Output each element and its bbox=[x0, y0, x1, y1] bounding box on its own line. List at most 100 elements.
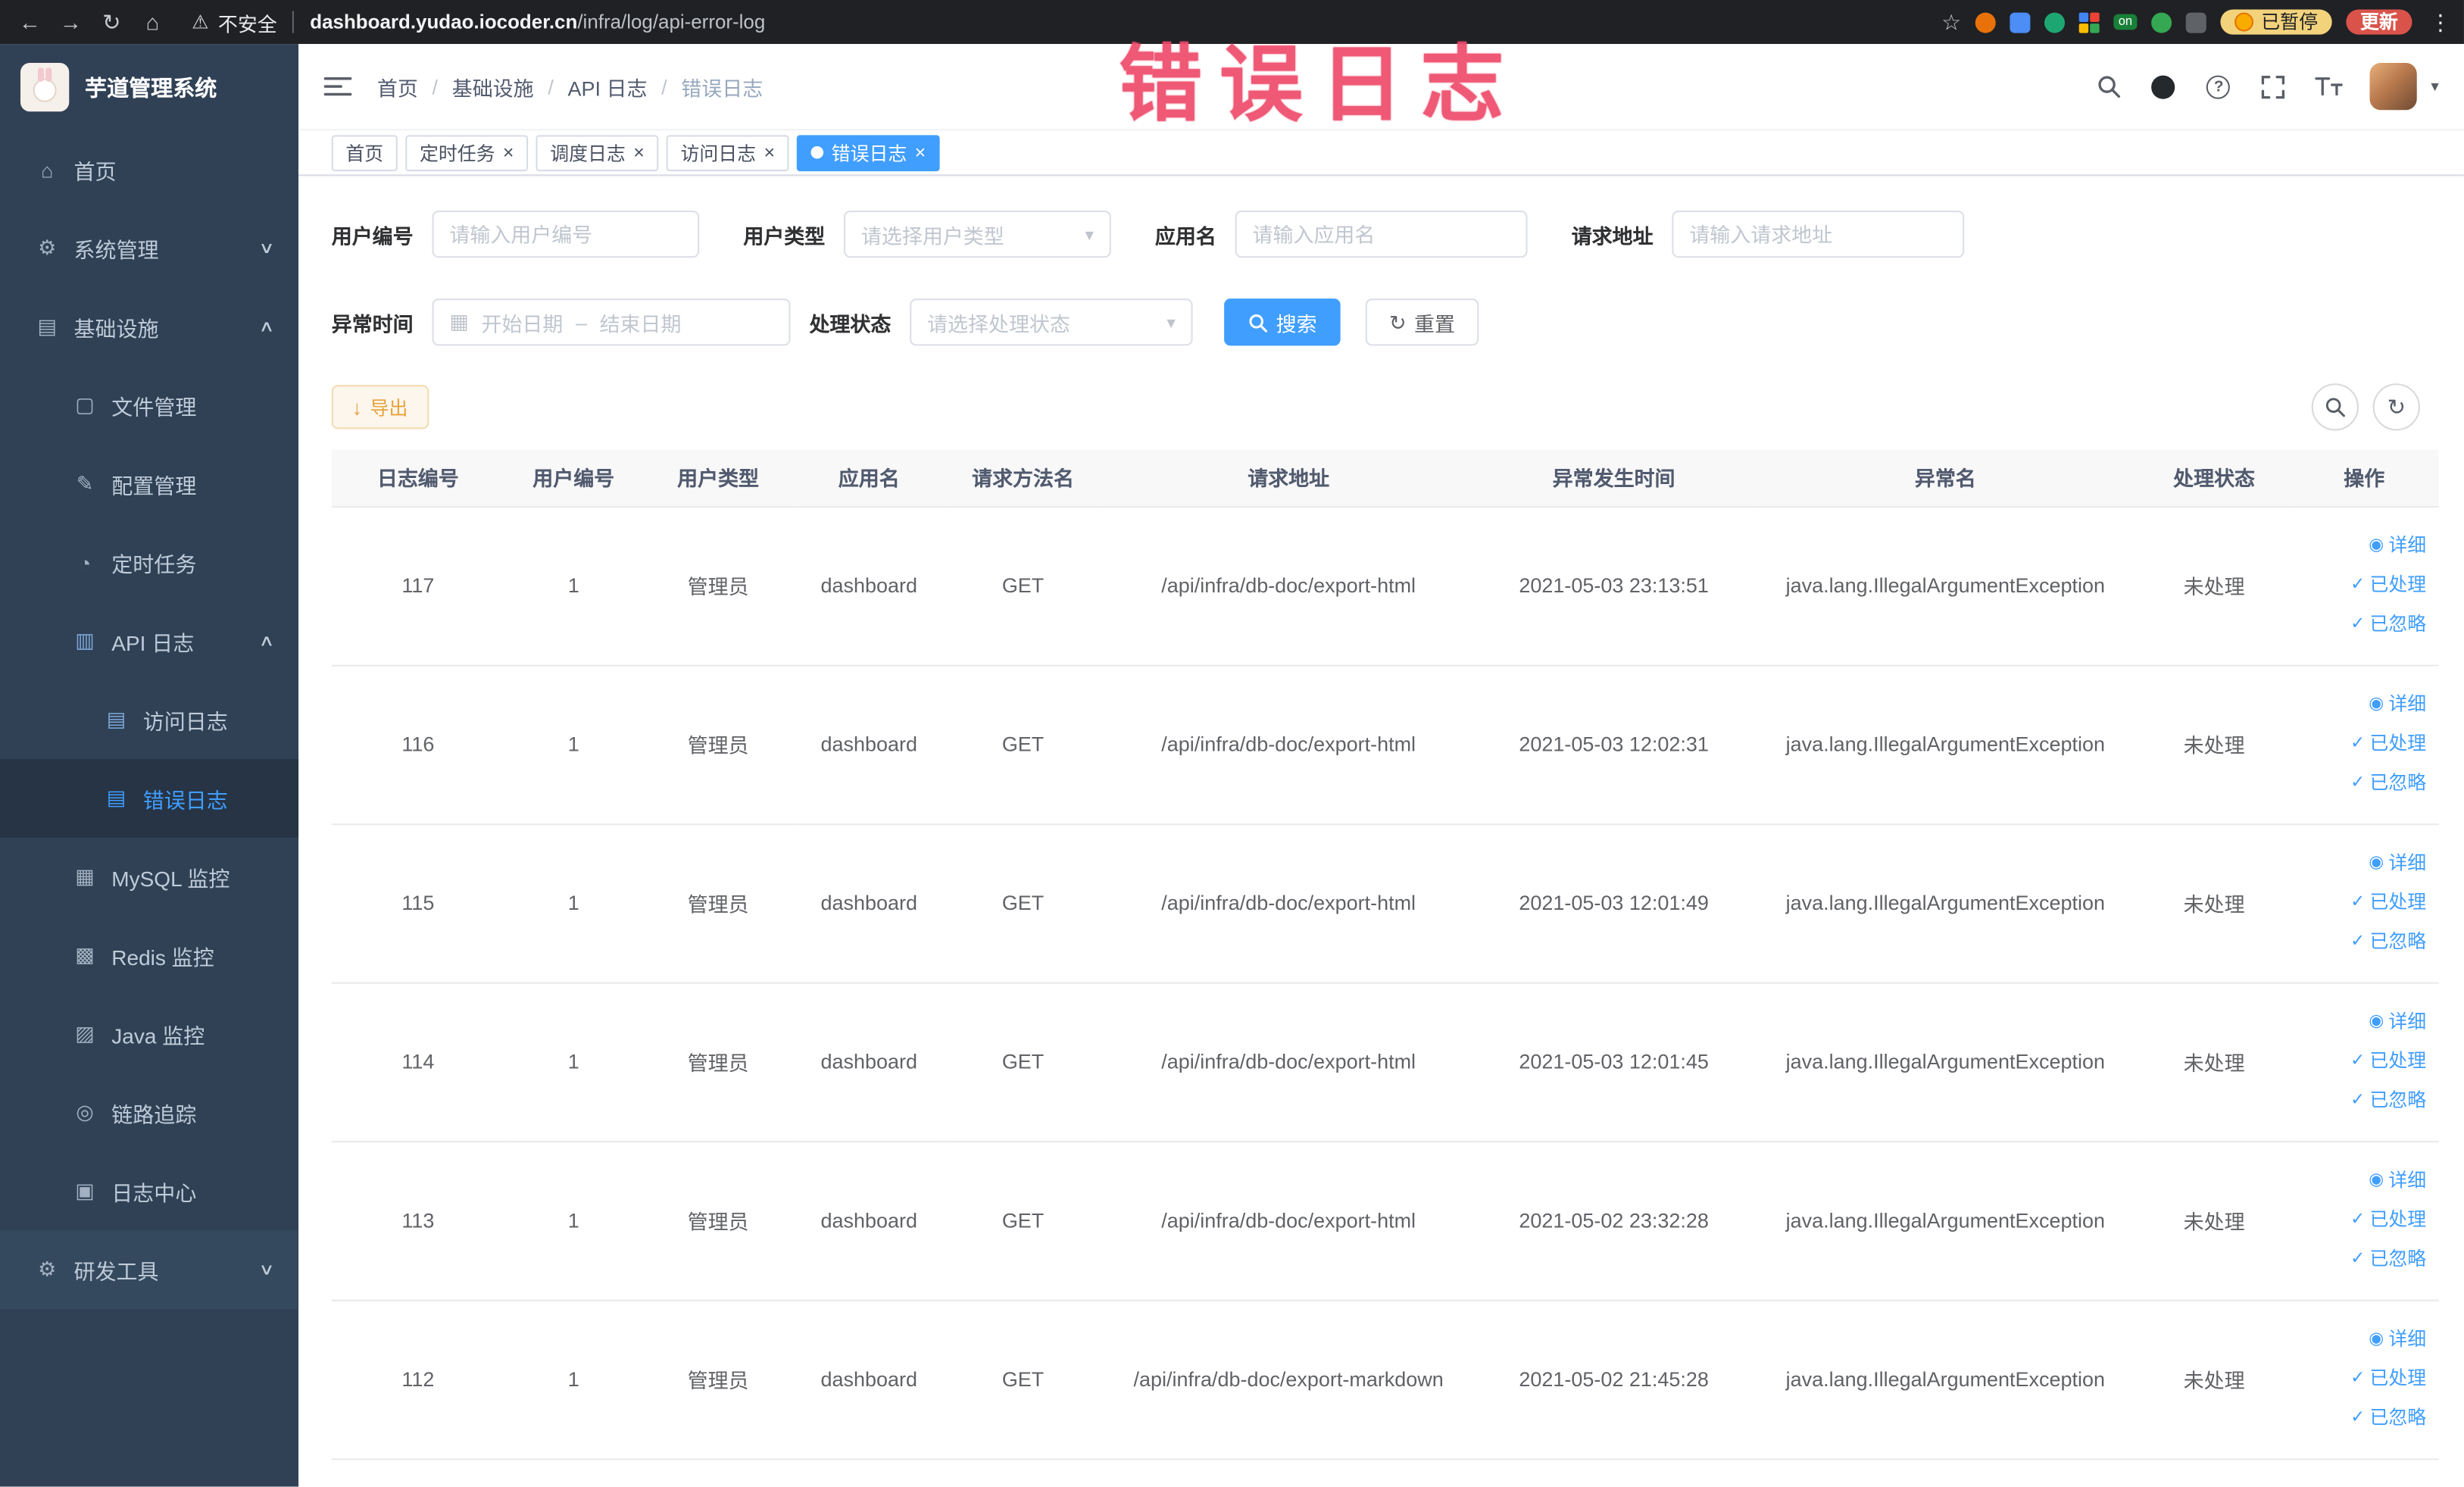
mark-processed-link[interactable]: ✓ 已处理 bbox=[2296, 883, 2426, 923]
breadcrumb-infrastructure[interactable]: 基础设施 bbox=[452, 71, 534, 101]
mark-ignored-link[interactable]: ✓ 已忽略 bbox=[2296, 923, 2426, 962]
mark-ignored-link[interactable]: ✓ 已忽略 bbox=[2296, 1081, 2426, 1120]
user-avatar[interactable] bbox=[2369, 62, 2417, 111]
tab-access-log[interactable]: 访问日志 × bbox=[666, 134, 789, 171]
export-button[interactable]: ↓ 导出 bbox=[331, 385, 429, 430]
date-range-picker[interactable]: ▦ 开始日期 – 结束日期 bbox=[432, 298, 791, 346]
cell-url: /api/infra/db-doc/export-html bbox=[1101, 1141, 1476, 1301]
tab-scheduled-tasks[interactable]: 定时任务 × bbox=[405, 134, 529, 171]
cell-exception: java.lang.IllegalArgumentException bbox=[1752, 506, 2139, 666]
mark-ignored-link[interactable]: ✓ 已忽略 bbox=[2296, 605, 2426, 645]
github-icon[interactable] bbox=[2150, 72, 2178, 100]
user-id-input[interactable] bbox=[432, 210, 700, 258]
close-icon[interactable]: × bbox=[764, 143, 775, 162]
mark-processed-link[interactable]: ✓ 已处理 bbox=[2296, 724, 2426, 764]
detail-link[interactable]: ◉ 详细 bbox=[2296, 844, 2426, 883]
tab-home[interactable]: 首页 bbox=[331, 134, 398, 171]
mark-ignored-link[interactable]: ✓ 已忽略 bbox=[2296, 1240, 2426, 1279]
mark-ignored-link[interactable]: ✓ 已忽略 bbox=[2296, 764, 2426, 803]
sidebar-item-file-management[interactable]: ▢ 文件管理 bbox=[0, 366, 298, 445]
extension-icon-orange[interactable] bbox=[1975, 11, 1996, 33]
home-icon[interactable]: ⌂ bbox=[135, 5, 170, 39]
sidebar-item-java-monitor[interactable]: ▨ Java 监控 bbox=[0, 995, 298, 1073]
sidebar-item-redis-monitor[interactable]: ▩ Redis 监控 bbox=[0, 916, 298, 995]
sidebar-item-infrastructure[interactable]: ▤ 基础设施 ∧ bbox=[0, 288, 298, 367]
site-security[interactable]: ⚠ 不安全 bbox=[192, 7, 277, 36]
browser-menu-icon[interactable]: ⋮ bbox=[2429, 8, 2451, 35]
sidebar-item-home[interactable]: ⌂ 首页 bbox=[0, 130, 298, 209]
sidebar-item-dev-tools[interactable]: ⚙ 研发工具 ∨ bbox=[0, 1230, 299, 1310]
sidebar-item-error-log[interactable]: ▤ 错误日志 bbox=[0, 759, 299, 838]
app-name-input[interactable] bbox=[1235, 210, 1528, 258]
config-icon: ✎ bbox=[76, 471, 94, 495]
cell-status: 未处理 bbox=[2138, 823, 2290, 983]
sidebar-item-access-log[interactable]: ▤ 访问日志 bbox=[0, 680, 298, 759]
sidebar-item-mysql-monitor[interactable]: ▦ MySQL 监控 bbox=[0, 838, 298, 917]
sidebar-item-config-management[interactable]: ✎ 配置管理 bbox=[0, 445, 298, 523]
collapse-menu-icon[interactable] bbox=[323, 76, 352, 98]
tab-error-log[interactable]: 错误日志 × bbox=[797, 134, 940, 171]
bookmark-star-icon[interactable]: ☆ bbox=[1941, 8, 1961, 35]
sidebar-item-scheduled-tasks[interactable]: ◔ 定时任务 bbox=[0, 523, 298, 602]
toggle-search-button[interactable] bbox=[2311, 383, 2359, 431]
refresh-button[interactable]: ↻ bbox=[2372, 383, 2420, 431]
detail-link[interactable]: ◉ 详细 bbox=[2296, 1003, 2426, 1042]
extension-icon-leaf[interactable] bbox=[2151, 11, 2172, 33]
close-icon[interactable]: × bbox=[633, 143, 645, 162]
mark-processed-link[interactable]: ✓ 已处理 bbox=[2296, 566, 2426, 605]
extension-icon-blue[interactable] bbox=[2010, 11, 2031, 33]
navbar-actions: ? ▾ bbox=[2094, 62, 2439, 111]
search-button[interactable]: 搜索 bbox=[1224, 298, 1341, 346]
caret-down-icon[interactable]: ▾ bbox=[2431, 78, 2438, 95]
close-icon[interactable]: × bbox=[503, 143, 514, 162]
detail-link[interactable]: ◉ 详细 bbox=[2296, 1161, 2426, 1201]
cell-exception: java.lang.IllegalArgumentException bbox=[1752, 982, 2139, 1142]
breadcrumb-api-logs[interactable]: API 日志 bbox=[568, 71, 648, 101]
mark-processed-link[interactable]: ✓ 已处理 bbox=[2296, 1360, 2426, 1399]
mark-processed-link[interactable]: ✓ 已处理 bbox=[2296, 1201, 2426, 1240]
paused-badge-button[interactable]: 已暂停 bbox=[2220, 9, 2332, 35]
col-time: 异常发生时间 bbox=[1476, 449, 1753, 508]
mark-processed-link[interactable]: ✓ 已处理 bbox=[2296, 1042, 2426, 1081]
address-bar[interactable]: dashboard.yudao.iocoder.cn /infra/log/ap… bbox=[310, 11, 765, 33]
help-icon[interactable]: ? bbox=[2205, 72, 2233, 100]
extension-icon-dark[interactable] bbox=[2185, 11, 2206, 33]
font-size-icon[interactable] bbox=[2315, 72, 2343, 100]
extension-on-badge[interactable]: on bbox=[2113, 14, 2138, 30]
reload-icon[interactable]: ↻ bbox=[94, 5, 129, 39]
mark-ignored-link[interactable]: ✓ 已忽略 bbox=[2296, 1398, 2426, 1438]
search-icon[interactable] bbox=[2094, 72, 2122, 100]
sidebar-item-tracing[interactable]: ◎ 链路追踪 bbox=[0, 1073, 298, 1152]
cell-url: /api/infra/db-doc/export-markdown bbox=[1101, 1299, 1476, 1460]
infrastructure-icon: ▤ bbox=[37, 314, 57, 339]
cell-url: /api/infra/db-doc/export-html bbox=[1101, 823, 1476, 983]
col-user-id: 用户编号 bbox=[504, 449, 643, 508]
forward-icon[interactable]: → bbox=[54, 5, 89, 39]
home-icon: ⌂ bbox=[41, 158, 54, 182]
cell-log-id: 113 bbox=[331, 1141, 504, 1301]
tab-dispatch-log[interactable]: 调度日志 × bbox=[536, 134, 659, 171]
process-status-select[interactable]: 请选择处理状态 ▾ bbox=[910, 298, 1193, 346]
extension-icon-green[interactable] bbox=[2044, 11, 2066, 33]
sidebar-item-system-management[interactable]: ⚙ 系统管理 ∨ bbox=[0, 209, 298, 288]
detail-link[interactable]: ◉ 详细 bbox=[2296, 526, 2426, 566]
cell-actions: ◉ 详细 ✓ 已处理 ✓ 已忽略 bbox=[2289, 1141, 2439, 1301]
sidebar-item-log-center[interactable]: ▣ 日志中心 bbox=[0, 1152, 298, 1231]
sidebar-item-api-logs[interactable]: ▥ API 日志 ∧ bbox=[0, 602, 298, 681]
app-title: 芋道管理系统 bbox=[85, 74, 217, 100]
app-logo[interactable]: 芋道管理系统 bbox=[0, 44, 298, 130]
cell-app-name: dashboard bbox=[793, 1299, 945, 1460]
close-icon[interactable]: × bbox=[915, 143, 926, 162]
check-icon: ✓ bbox=[2350, 1210, 2366, 1229]
extension-icon-grid[interactable] bbox=[2078, 11, 2100, 33]
detail-link[interactable]: ◉ 详细 bbox=[2296, 1320, 2426, 1360]
request-url-input[interactable] bbox=[1672, 210, 1965, 258]
update-button[interactable]: 更新 bbox=[2346, 9, 2412, 35]
reset-button[interactable]: ↻ 重置 bbox=[1365, 298, 1479, 346]
back-icon[interactable]: ← bbox=[13, 5, 48, 39]
fullscreen-icon[interactable] bbox=[2259, 72, 2288, 100]
user-type-select[interactable]: 请选择用户类型 ▾ bbox=[844, 210, 1111, 258]
request-url-label: 请求地址 bbox=[1571, 223, 1654, 248]
breadcrumb-home[interactable]: 首页 bbox=[377, 71, 418, 101]
detail-link[interactable]: ◉ 详细 bbox=[2296, 686, 2426, 725]
